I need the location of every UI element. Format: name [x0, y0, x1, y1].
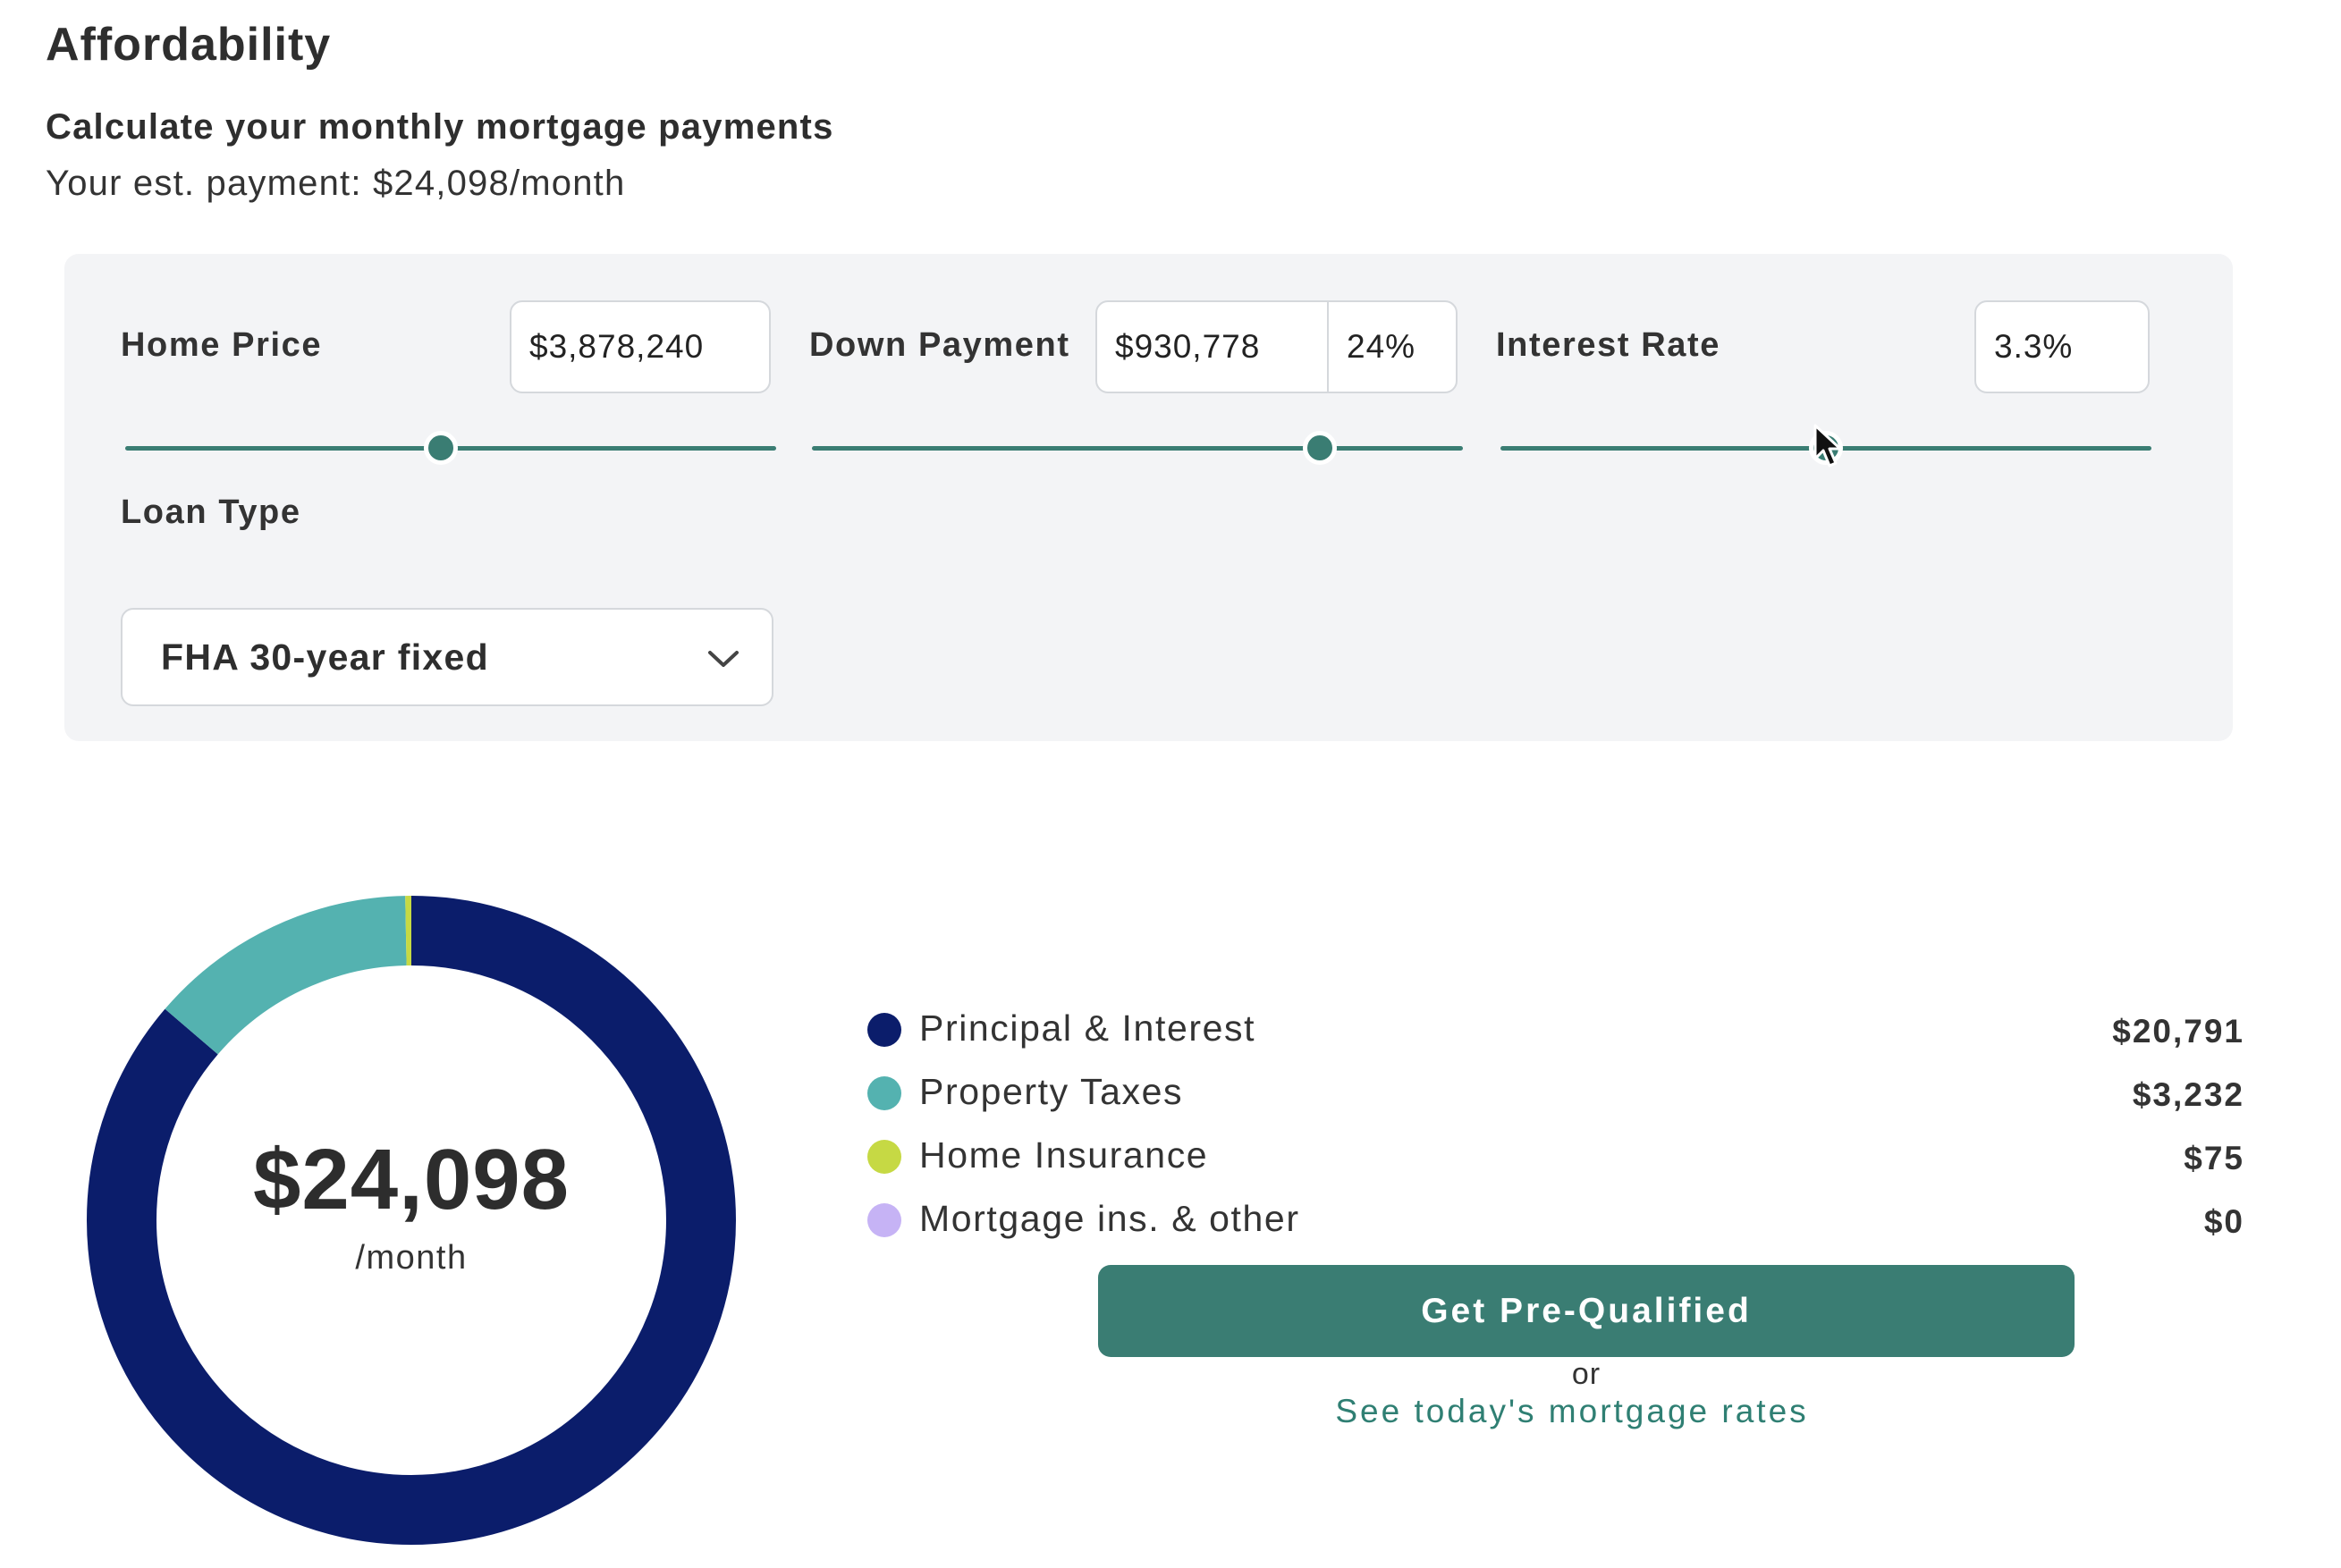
payment-donut-chart: $24,098 /month — [85, 894, 738, 1547]
property-taxes-dot-icon — [867, 1076, 901, 1110]
down-payment-slider-track[interactable] — [812, 446, 1463, 451]
legend-label: Mortgage ins. & other — [919, 1198, 1300, 1239]
principal-interest-dot-icon — [867, 1013, 901, 1047]
page-subtitle: Calculate your monthly mortgage payments — [46, 107, 834, 147]
legend-item-home-insurance: Home Insurance $75 — [867, 1133, 2244, 1183]
legend-label: Principal & Interest — [919, 1007, 1256, 1049]
legend-value: $3,232 — [2132, 1076, 2244, 1113]
legend-item-mortgage-insurance: Mortgage ins. & other $0 — [867, 1196, 2244, 1246]
legend-value: $20,791 — [2112, 1013, 2244, 1050]
down-payment-slider-thumb[interactable] — [1302, 431, 1337, 465]
interest-rate-label: Interest Rate — [1496, 326, 1720, 364]
monthly-period-label: /month — [355, 1238, 468, 1277]
loan-type-value: FHA 30-year fixed — [161, 636, 489, 678]
donut-center: $24,098 /month — [85, 894, 738, 1547]
down-payment-percent-input[interactable]: 24% — [1327, 300, 1458, 393]
legend-value: $75 — [2184, 1140, 2244, 1176]
get-prequalified-button[interactable]: Get Pre-Qualified — [1098, 1265, 2075, 1357]
legend-label: Property Taxes — [919, 1071, 1184, 1112]
estimated-payment-text: Your est. payment: $24,098/month — [46, 164, 626, 203]
legend-label: Home Insurance — [919, 1134, 1209, 1176]
home-price-label: Home Price — [121, 326, 323, 364]
interest-rate-input[interactable]: 3.3% — [1974, 300, 2150, 393]
loan-type-label: Loan Type — [121, 493, 301, 531]
down-payment-amount-input[interactable]: $930,778 — [1095, 300, 1330, 393]
legend-item-property-taxes: Property Taxes $3,232 — [867, 1069, 2244, 1119]
chevron-down-icon — [708, 651, 739, 667]
down-payment-label: Down Payment — [809, 326, 1070, 364]
loan-type-select[interactable]: FHA 30-year fixed — [121, 608, 773, 706]
mouse-cursor-icon — [1813, 424, 1842, 468]
monthly-payment-amount: $24,098 — [252, 1131, 570, 1227]
mortgage-insurance-dot-icon — [867, 1203, 901, 1237]
legend-value: $0 — [2203, 1203, 2244, 1240]
home-insurance-dot-icon — [867, 1140, 901, 1174]
mortgage-rates-link[interactable]: See today's mortgage rates — [1098, 1393, 2046, 1430]
page-title: Affordability — [46, 19, 332, 71]
home-price-slider-thumb[interactable] — [424, 431, 459, 465]
legend-item-principal-interest: Principal & Interest $20,791 — [867, 1006, 2244, 1056]
or-separator: or — [1571, 1357, 1602, 1391]
home-price-input[interactable]: $3,878,240 — [510, 300, 771, 393]
